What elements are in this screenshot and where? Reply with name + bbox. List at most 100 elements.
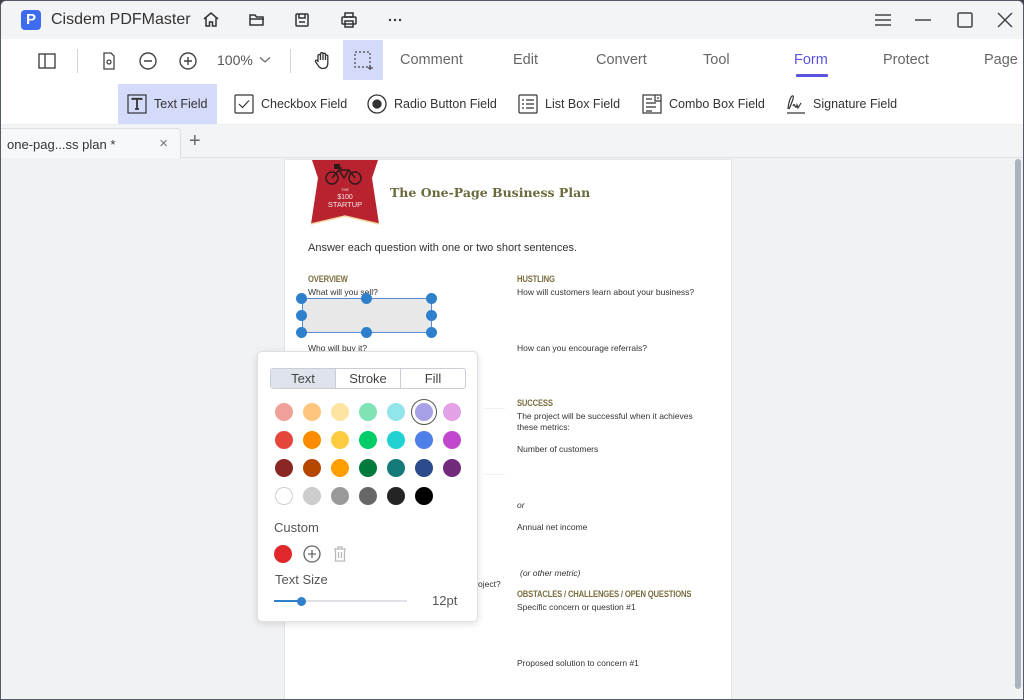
color-properties-popup: Text Stroke Fill Custom Text Size 12pt <box>257 351 478 622</box>
color-swatch[interactable] <box>387 431 405 449</box>
radio-button-field-button[interactable]: Radio Button Field <box>358 84 505 124</box>
text-size-slider[interactable] <box>274 596 407 606</box>
list-box-field-label: List Box Field <box>545 97 621 111</box>
resize-handle-bottom[interactable] <box>361 327 372 338</box>
color-swatch[interactable] <box>415 431 433 449</box>
color-swatch[interactable] <box>415 487 433 505</box>
custom-color-swatch[interactable] <box>274 545 292 563</box>
color-swatch[interactable] <box>443 403 461 421</box>
color-swatch[interactable] <box>359 487 377 505</box>
color-swatch[interactable] <box>275 403 293 421</box>
color-swatch[interactable] <box>331 403 349 421</box>
color-swatch[interactable] <box>443 459 461 477</box>
color-swatch[interactable] <box>359 431 377 449</box>
radio-button-field-label: Radio Button Field <box>394 97 497 111</box>
page-settings-icon[interactable] <box>97 49 121 73</box>
checkbox-field-button[interactable]: Checkbox Field <box>225 84 355 124</box>
resize-handle-right[interactable] <box>426 310 437 321</box>
menu-icon[interactable] <box>871 9 895 31</box>
logo-line-1: THE <box>341 187 349 192</box>
close-icon[interactable] <box>993 9 1017 31</box>
sidebar-toggle-icon[interactable] <box>35 49 59 73</box>
checkbox-icon <box>234 94 254 114</box>
tab-edit[interactable]: Edit <box>513 52 538 68</box>
color-swatch[interactable] <box>415 459 433 477</box>
app-logo-icon: P <box>21 10 41 30</box>
color-swatch[interactable] <box>331 459 349 477</box>
print-icon[interactable] <box>338 9 360 31</box>
text-field-label: Text Field <box>154 97 208 111</box>
hand-tool-icon[interactable] <box>310 49 334 73</box>
document-tab[interactable]: one-pag...ss plan * × <box>1 128 181 159</box>
text-field-button[interactable]: Text Field <box>118 84 217 124</box>
tab-protect[interactable]: Protect <box>883 52 929 68</box>
startup-logo: THE $100 STARTUP <box>310 160 380 225</box>
signature-field-button[interactable]: Signature Field <box>777 84 905 124</box>
vertical-scrollbar[interactable] <box>1015 159 1021 689</box>
text-size-value: 12pt <box>432 593 458 608</box>
resize-handle-top-left[interactable] <box>296 293 307 304</box>
close-tab-icon[interactable]: × <box>159 135 168 152</box>
color-swatch[interactable] <box>275 431 293 449</box>
text-size-label: Text Size <box>275 572 328 587</box>
resize-handle-top[interactable] <box>361 293 372 304</box>
document-canvas: THE $100 STARTUP The One-Page Business P… <box>1 158 1023 699</box>
zoom-level-select[interactable]: 100% <box>217 52 271 68</box>
toolbar-divider <box>77 49 78 73</box>
color-swatch[interactable] <box>331 487 349 505</box>
color-target-segmented-control: Text Stroke Fill <box>270 368 466 389</box>
segment-stroke[interactable]: Stroke <box>336 369 401 388</box>
divider <box>485 408 505 409</box>
combo-box-field-button[interactable]: Combo Box Field <box>633 84 773 124</box>
color-swatch[interactable] <box>275 459 293 477</box>
area-select-tool[interactable] <box>343 40 383 80</box>
delete-custom-color-icon[interactable] <box>329 543 351 565</box>
more-icon[interactable] <box>384 9 406 31</box>
signature-field-label: Signature Field <box>813 97 898 111</box>
resize-handle-bottom-left[interactable] <box>296 327 307 338</box>
add-tab-button[interactable]: + <box>189 130 201 153</box>
resize-handle-left[interactable] <box>296 310 307 321</box>
resize-handle-bottom-right[interactable] <box>426 327 437 338</box>
color-swatch[interactable] <box>443 431 461 449</box>
maximize-icon[interactable] <box>953 9 977 31</box>
save-icon[interactable] <box>291 9 313 31</box>
add-custom-color-icon[interactable] <box>301 543 323 565</box>
list-box-field-button[interactable]: List Box Field <box>509 84 628 124</box>
radio-button-icon <box>367 94 387 114</box>
color-swatch[interactable] <box>275 487 293 505</box>
home-icon[interactable] <box>200 9 222 31</box>
document-title: The One-Page Business Plan <box>390 185 591 200</box>
color-swatch[interactable] <box>303 459 321 477</box>
toolbar-divider <box>290 49 291 73</box>
zoom-in-icon[interactable] <box>176 49 200 73</box>
segment-fill[interactable]: Fill <box>401 369 465 388</box>
color-swatch[interactable] <box>303 487 321 505</box>
resize-handle-top-right[interactable] <box>426 293 437 304</box>
combo-box-icon <box>642 94 662 114</box>
metric-net-income: Annual net income <box>517 522 588 532</box>
active-tab-indicator <box>796 74 828 77</box>
zoom-out-icon[interactable] <box>136 49 160 73</box>
segment-text[interactable]: Text <box>271 369 336 388</box>
tab-comment[interactable]: Comment <box>400 52 463 68</box>
tab-form[interactable]: Form <box>794 52 828 68</box>
hustling-heading: HUSTLING <box>517 274 555 284</box>
tab-convert[interactable]: Convert <box>596 52 647 68</box>
color-swatch[interactable] <box>387 403 405 421</box>
color-swatch[interactable] <box>359 459 377 477</box>
color-swatch[interactable] <box>303 431 321 449</box>
tab-page[interactable]: Page <box>984 52 1018 68</box>
color-swatch[interactable] <box>387 487 405 505</box>
metric-other: (or other metric) <box>520 568 581 578</box>
tab-tool[interactable]: Tool <box>703 52 730 68</box>
open-folder-icon[interactable] <box>246 9 268 31</box>
color-swatch[interactable] <box>387 459 405 477</box>
text-size-slider-thumb[interactable] <box>297 596 306 606</box>
color-swatch[interactable] <box>411 399 437 425</box>
minimize-icon[interactable] <box>911 9 935 31</box>
zoom-level-value: 100% <box>217 52 253 68</box>
color-swatch[interactable] <box>303 403 321 421</box>
color-swatch[interactable] <box>331 431 349 449</box>
color-swatch[interactable] <box>359 403 377 421</box>
